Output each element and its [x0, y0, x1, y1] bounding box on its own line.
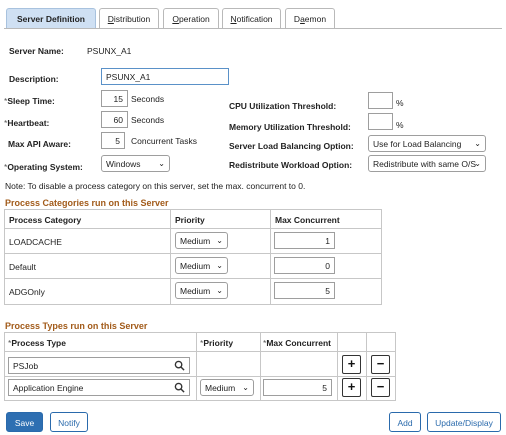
- load-balancing-label: Server Load Balancing Option:: [229, 141, 354, 151]
- tab-label: Server Definition: [16, 14, 86, 24]
- add-row-button[interactable]: +: [342, 355, 361, 374]
- memory-threshold-label: Memory Utilization Threshold:: [229, 122, 351, 132]
- category-name: LOADCACHE: [9, 237, 62, 247]
- process-type-input[interactable]: PSJob: [8, 357, 190, 374]
- types-section-title: Process Types run on this Server: [5, 321, 148, 331]
- note-text: Note: To disable a process category on t…: [5, 181, 306, 191]
- load-balancing-select[interactable]: Use for Load Balancing ⌄: [368, 135, 486, 152]
- chevron-down-icon: ⌄: [158, 159, 165, 168]
- category-priority-select[interactable]: Medium ⌄: [175, 232, 228, 249]
- max-api-unit: Concurrent Tasks: [131, 136, 197, 146]
- cpu-threshold-input[interactable]: [368, 92, 393, 109]
- priority-value: Medium: [205, 383, 236, 393]
- server-name-label: Server Name:: [9, 46, 64, 56]
- grid-divider: [4, 228, 382, 229]
- tab-notification[interactable]: Notification: [222, 8, 281, 29]
- priority-value: Medium: [180, 286, 211, 296]
- category-max-input[interactable]: 5: [274, 282, 335, 299]
- load-balancing-value: Use for Load Balancing: [373, 139, 462, 149]
- grid-divider: [170, 209, 171, 305]
- os-select[interactable]: Windows ⌄: [101, 155, 170, 172]
- category-name: ADGOnly: [9, 287, 45, 297]
- redistribute-select[interactable]: Redistribute with same O/S ⌄: [368, 155, 486, 172]
- process-type-value: Application Engine: [13, 383, 84, 393]
- notify-button[interactable]: Notify: [50, 412, 88, 432]
- grid-divider: [337, 332, 338, 401]
- tab-divider: [4, 28, 502, 29]
- sleep-time-input[interactable]: 15: [101, 90, 128, 107]
- col-type-max-concurrent: *Max Concurrent: [263, 338, 332, 348]
- chevron-down-icon: ⌄: [474, 139, 481, 148]
- heartbeat-input[interactable]: 60: [101, 111, 128, 128]
- redistribute-label: Redistribute Workload Option:: [229, 160, 353, 170]
- type-max-input[interactable]: 5: [263, 379, 332, 396]
- description-input[interactable]: PSUNX_A1: [101, 68, 229, 85]
- chevron-down-icon: ⌄: [216, 236, 223, 245]
- col-priority: Priority: [175, 215, 205, 225]
- category-name: Default: [9, 262, 36, 272]
- cpu-threshold-label: CPU Utilization Threshold:: [229, 101, 337, 111]
- category-priority-select[interactable]: Medium ⌄: [175, 282, 228, 299]
- priority-value: Medium: [180, 261, 211, 271]
- col-max-concurrent: Max Concurrent: [275, 215, 340, 225]
- search-icon[interactable]: [174, 382, 185, 393]
- add-row-button[interactable]: +: [342, 378, 361, 397]
- col-process-category: Process Category: [9, 215, 82, 225]
- heartbeat-unit: Seconds: [131, 115, 165, 125]
- priority-value: Medium: [180, 236, 211, 246]
- tab-label: Daemon: [293, 14, 327, 24]
- chevron-down-icon: ⌄: [216, 286, 223, 295]
- chevron-down-icon: ⌄: [216, 261, 223, 270]
- tab-label: Operation: [172, 14, 210, 24]
- grid-divider: [366, 332, 367, 401]
- grid-divider: [260, 332, 261, 401]
- search-icon[interactable]: [174, 360, 185, 371]
- os-label: *Operating System:: [4, 162, 83, 172]
- os-select-value: Windows: [106, 159, 141, 169]
- max-api-input[interactable]: 5: [101, 132, 125, 149]
- heartbeat-label: *Heartbeat:: [4, 118, 50, 128]
- tab-distribution[interactable]: Distribution: [99, 8, 159, 29]
- tab-server-definition[interactable]: Server Definition: [6, 8, 96, 29]
- max-api-label: Max API Aware:: [8, 139, 71, 149]
- delete-row-button[interactable]: −: [371, 378, 390, 397]
- categories-section-title: Process Categories run on this Server: [5, 198, 169, 208]
- grid-divider: [4, 253, 382, 254]
- description-label: Description:: [9, 74, 59, 84]
- memory-threshold-input[interactable]: [368, 113, 393, 130]
- cpu-threshold-unit: %: [396, 98, 404, 108]
- redistribute-value: Redistribute with same O/S: [373, 159, 476, 169]
- tab-label: Notification: [230, 14, 273, 24]
- sleep-time-label: *Sleep Time:: [4, 96, 55, 106]
- category-priority-select[interactable]: Medium ⌄: [175, 257, 228, 274]
- save-button[interactable]: Save: [6, 412, 43, 432]
- grid-divider: [196, 332, 197, 401]
- delete-row-button[interactable]: −: [371, 355, 390, 374]
- category-max-input[interactable]: 1: [274, 232, 335, 249]
- type-priority-select[interactable]: Medium ⌄: [200, 379, 254, 396]
- grid-divider: [4, 278, 382, 279]
- chevron-down-icon: ⌄: [242, 383, 249, 392]
- tab-label: Distribution: [107, 14, 151, 24]
- process-type-value: PSJob: [13, 361, 39, 371]
- sleep-time-unit: Seconds: [131, 94, 165, 104]
- col-type-priority: *Priority: [200, 338, 234, 348]
- tab-operation[interactable]: Operation: [163, 8, 219, 29]
- grid-divider: [270, 209, 271, 305]
- process-type-input[interactable]: Application Engine: [8, 379, 190, 396]
- chevron-down-icon: ⌄: [474, 159, 481, 168]
- category-max-input[interactable]: 0: [274, 257, 335, 274]
- add-button[interactable]: Add: [389, 412, 421, 432]
- server-name-value: PSUNX_A1: [87, 46, 132, 56]
- update-display-button[interactable]: Update/Display: [427, 412, 501, 432]
- tab-daemon[interactable]: Daemon: [285, 8, 335, 29]
- col-process-type: *Process Type: [8, 338, 66, 348]
- memory-threshold-unit: %: [396, 120, 404, 130]
